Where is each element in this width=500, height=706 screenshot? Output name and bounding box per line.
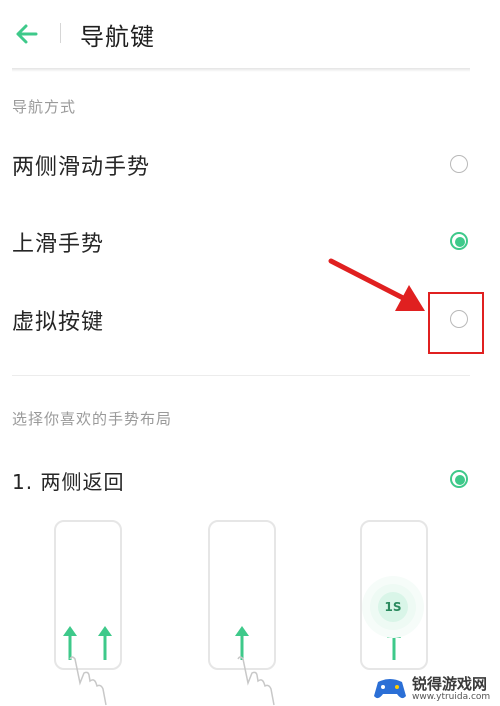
hold-timer-badge: 1S <box>378 592 408 622</box>
radio-button-checked[interactable] <box>450 470 468 488</box>
radio-button-checked[interactable] <box>450 232 468 250</box>
option-two-side-swipe[interactable]: 两侧滑动手势 <box>0 135 500 195</box>
back-arrow-icon <box>16 24 38 44</box>
header-divider <box>60 23 61 43</box>
section-label-nav-mode: 导航方式 <box>12 98 77 116</box>
option-label: 1. 两侧返回 <box>12 470 125 494</box>
header-shadow <box>12 68 470 72</box>
radio-button[interactable] <box>450 155 468 173</box>
page-title: 导航键 <box>80 23 155 51</box>
annotation-arrow-icon <box>328 258 425 311</box>
watermark-url: www.ytruida.com <box>412 692 491 702</box>
option-label: 虚拟按键 <box>12 310 105 335</box>
watermark-logo: 锐得游戏网 www.ytruida.com <box>372 670 500 706</box>
section-label-gesture-layout: 选择你喜欢的手势布局 <box>12 410 173 428</box>
header-bar: 导航键 <box>0 0 500 68</box>
option-two-side-back[interactable]: 1. 两侧返回 <box>0 450 500 510</box>
up-arrow-icon <box>387 628 401 660</box>
back-button[interactable] <box>10 18 46 50</box>
annotation-highlight-box <box>428 292 484 354</box>
option-label: 上滑手势 <box>12 232 105 257</box>
watermark-name: 锐得游戏网 <box>412 675 488 693</box>
hand-gesture-icon <box>69 656 107 706</box>
gamepad-logo-icon <box>374 679 406 699</box>
hand-gesture-icon <box>237 656 275 706</box>
section-divider <box>12 375 470 376</box>
option-label: 两侧滑动手势 <box>12 155 151 180</box>
